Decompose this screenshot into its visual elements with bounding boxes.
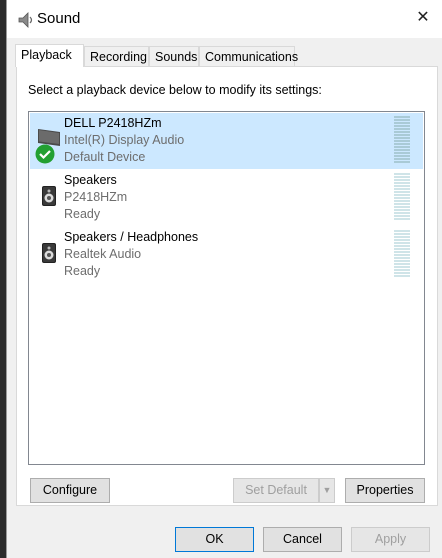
window-title: Sound [37,10,81,27]
playback-panel: Select a playback device below to modify… [16,66,438,506]
device-status: Ready [64,264,101,278]
apply-button[interactable]: Apply [351,527,430,552]
tab-recording[interactable]: Recording [84,46,149,66]
device-name: Speakers [64,173,117,187]
set-default-dropdown-arrow[interactable]: ▼ [319,478,335,503]
cancel-button[interactable]: Cancel [263,527,342,552]
speaker-icon [42,186,56,206]
speaker-app-icon [18,12,33,28]
title-bar: Sound ✕ [7,0,442,38]
sound-dialog: Sound ✕ Playback Recording Sounds Commun… [6,0,442,558]
device-row[interactable]: Speakers / Headphones Realtek Audio Read… [30,227,423,283]
device-list: DELL P2418HZm Intel(R) Display Audio Def… [28,111,425,465]
device-status: Default Device [64,150,146,164]
check-icon [35,144,55,164]
instruction-text: Select a playback device below to modify… [28,83,322,97]
configure-button[interactable]: Configure [30,478,110,503]
device-name: DELL P2418HZm [64,116,162,130]
device-driver: Realtek Audio [64,247,142,261]
device-row[interactable]: Speakers P2418HZm Ready [30,170,423,226]
device-row[interactable]: DELL P2418HZm Intel(R) Display Audio Def… [30,113,423,169]
device-status: Ready [64,207,101,221]
device-name: Speakers / Headphones [64,230,199,244]
volume-meter [394,116,410,166]
speaker-icon [42,243,56,263]
tab-sounds[interactable]: Sounds [149,46,199,66]
tab-communications[interactable]: Communications [199,46,298,66]
volume-meter [394,173,410,223]
set-default-button[interactable]: Set Default [233,478,319,503]
volume-meter [394,230,410,280]
ok-button[interactable]: OK [175,527,254,552]
close-button[interactable]: ✕ [412,7,434,29]
device-driver: P2418HZm [64,190,128,204]
device-driver: Intel(R) Display Audio [64,133,185,147]
tab-playback[interactable]: Playback [15,44,84,67]
properties-button[interactable]: Properties [345,478,425,503]
